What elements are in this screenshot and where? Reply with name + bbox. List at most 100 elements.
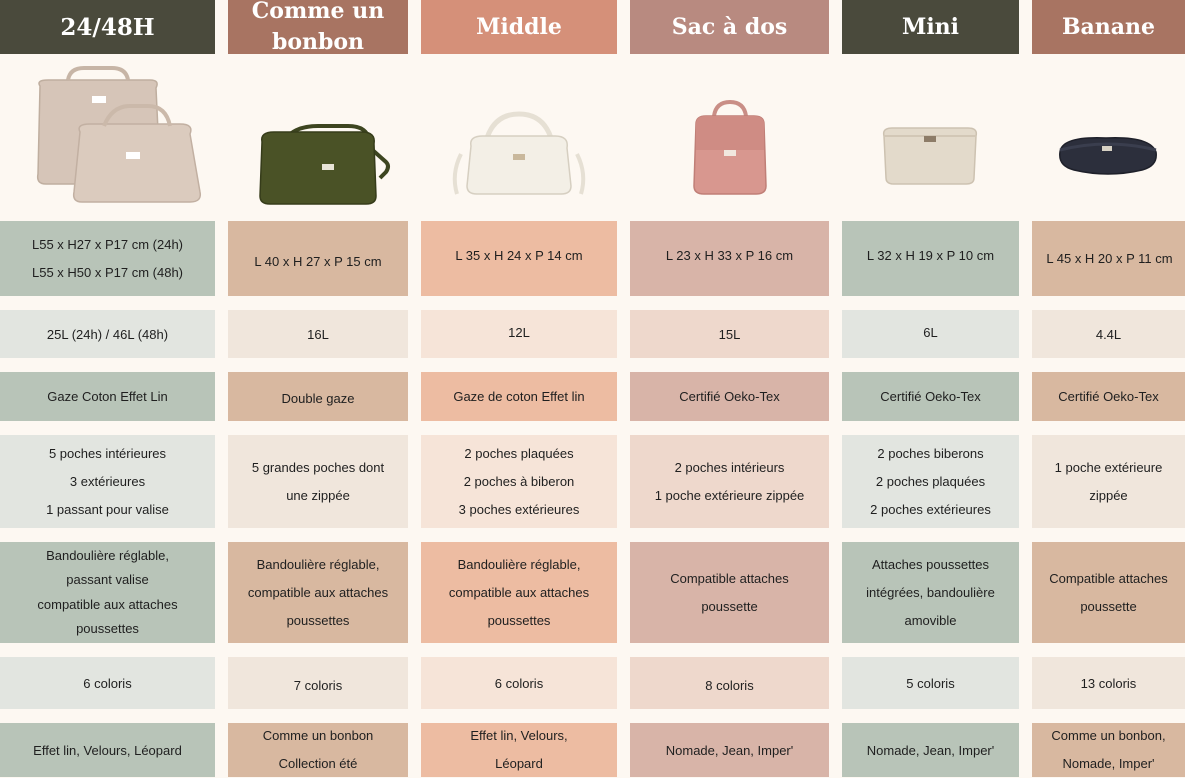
collections-line: Effet lin, Velours, bbox=[470, 728, 568, 743]
column-header-title: Banane bbox=[1061, 13, 1156, 40]
collections-line: Nomade, Jean, Imper' bbox=[866, 742, 995, 758]
colors-count-cell: 7 coloris bbox=[228, 657, 408, 709]
product-image bbox=[421, 54, 617, 221]
material-cell: Gaze Coton Effet Lin bbox=[0, 372, 215, 421]
dimensions-cell: L 32 x H 19 x P 10 cm bbox=[842, 221, 1019, 296]
collections-line: Nomade, Jean, Imper' bbox=[665, 742, 794, 758]
beige-mini-bag-icon bbox=[882, 127, 978, 185]
collections-line: Collection été bbox=[278, 756, 358, 771]
material-cell: Certifié Oeko-Tex bbox=[1032, 372, 1185, 421]
capacity-cell: 15L bbox=[630, 310, 829, 358]
material-value: Certifié Oeko-Tex bbox=[880, 389, 981, 404]
capacity-value: 25L (24h) / 46L (48h) bbox=[46, 326, 169, 342]
pockets-cell: 2 poches intérieurs 1 poche extérieure z… bbox=[630, 435, 829, 528]
dimensions-line: L 40 x H 27 x P 15 cm bbox=[254, 254, 382, 269]
capacity-value: 12L bbox=[508, 324, 530, 340]
features-line: poussette bbox=[701, 598, 758, 614]
features-line: poussettes bbox=[76, 621, 139, 636]
dimensions-line: L55 x H50 x P17 cm (48h) bbox=[31, 264, 184, 280]
product-image bbox=[630, 54, 829, 221]
pockets-line: 2 poches extérieures bbox=[870, 501, 991, 517]
features-cell: Attaches poussettes intégrées, bandouliè… bbox=[842, 542, 1019, 643]
pockets-line: 5 grandes poches dont bbox=[251, 459, 385, 475]
collections-line: Comme un bonbon bbox=[262, 728, 374, 743]
features-line: amovible bbox=[904, 612, 957, 628]
column-header-title: Sac à dos bbox=[671, 13, 788, 40]
capacity-cell: 16L bbox=[228, 310, 408, 358]
pockets-cell: 2 poches biberons 2 poches plaquées 2 po… bbox=[842, 435, 1019, 528]
features-line: compatible aux attaches bbox=[448, 584, 590, 600]
pockets-line: 2 poches plaquées bbox=[875, 473, 986, 489]
collections-line: Effet lin, Velours, Léopard bbox=[33, 742, 182, 758]
features-cell: Bandoulière réglable, compatible aux att… bbox=[228, 542, 408, 643]
capacity-cell: 6L bbox=[842, 310, 1019, 358]
material-cell: Certifié Oeko-Tex bbox=[842, 372, 1019, 421]
column-comme-un-bonbon: Comme un bonbon L 40 x H 27 x P 15 cm 16… bbox=[228, 0, 408, 777]
capacity-value: 16L bbox=[307, 326, 329, 342]
colors-count-value: 6 coloris bbox=[494, 675, 544, 691]
collections-line: Comme un bonbon, bbox=[1051, 728, 1166, 743]
dimensions-line: L 35 x H 24 x P 14 cm bbox=[455, 248, 583, 263]
features-line: Compatible attaches bbox=[670, 570, 789, 586]
collections-cell: Effet lin, Velours, Léopard bbox=[421, 723, 617, 777]
material-value: Gaze Coton Effet Lin bbox=[47, 389, 168, 404]
capacity-cell: 25L (24h) / 46L (48h) bbox=[0, 310, 215, 358]
pockets-line: 2 poches biberons bbox=[877, 445, 984, 461]
product-image bbox=[228, 54, 408, 221]
column-24-48h: 24/48H L55 x H27 x P17 cm (24h) L55 x H5… bbox=[0, 0, 215, 777]
material-cell: Double gaze bbox=[228, 372, 408, 421]
dimensions-line: L 32 x H 19 x P 10 cm bbox=[866, 248, 995, 263]
capacity-value: 6L bbox=[923, 324, 938, 340]
pockets-cell: 5 grandes poches dont une zippée bbox=[228, 435, 408, 528]
pink-backpack-icon bbox=[693, 99, 767, 195]
material-value: Certifié Oeko-Tex bbox=[679, 389, 780, 404]
colors-count-value: 5 coloris bbox=[906, 675, 955, 691]
capacity-value: 4.4L bbox=[1095, 326, 1122, 342]
features-line: Bandoulière réglable, bbox=[46, 547, 169, 563]
product-image bbox=[1032, 54, 1185, 221]
features-line: compatible aux attaches bbox=[247, 584, 389, 600]
column-banane: Banane L 45 x H 20 x P 11 cm 4.4L Certif… bbox=[1032, 0, 1185, 777]
column-header: 24/48H bbox=[0, 0, 215, 54]
capacity-value: 15L bbox=[718, 326, 741, 342]
features-cell: Compatible attaches poussette bbox=[630, 542, 829, 643]
colors-count-value: 13 coloris bbox=[1080, 675, 1137, 691]
column-header-title: Middle bbox=[476, 13, 562, 40]
column-mini: Mini L 32 x H 19 x P 10 cm 6L Certifié O… bbox=[842, 0, 1019, 777]
pockets-line: zippée bbox=[1089, 487, 1128, 503]
material-value: Certifié Oeko-Tex bbox=[1058, 389, 1159, 404]
dimensions-cell: L 40 x H 27 x P 15 cm bbox=[228, 221, 408, 296]
dimensions-line: L55 x H27 x P17 cm (24h) bbox=[31, 236, 184, 252]
product-image bbox=[842, 54, 1019, 221]
capacity-cell: 4.4L bbox=[1032, 310, 1185, 358]
pockets-line: 3 extérieures bbox=[69, 473, 146, 489]
colors-count-cell: 13 coloris bbox=[1032, 657, 1185, 709]
capacity-cell: 12L bbox=[421, 310, 617, 358]
olive-diaper-bag-icon bbox=[259, 124, 390, 205]
dimensions-line: L 23 x H 33 x P 16 cm bbox=[665, 248, 794, 263]
column-header-title: Mini bbox=[901, 13, 960, 40]
features-line: poussettes bbox=[487, 612, 551, 628]
colors-count-cell: 6 coloris bbox=[421, 657, 617, 709]
features-line: poussette bbox=[1080, 598, 1137, 614]
collections-line: Nomade, Imper' bbox=[1062, 756, 1155, 771]
colors-count-cell: 5 coloris bbox=[842, 657, 1019, 709]
column-header: Sac à dos bbox=[630, 0, 829, 54]
collections-cell: Comme un bonbon, Nomade, Imper' bbox=[1032, 723, 1185, 777]
collections-line: Léopard bbox=[495, 756, 543, 771]
features-line: compatible aux attaches bbox=[37, 596, 178, 612]
pockets-line: 3 poches extérieures bbox=[458, 501, 580, 517]
pockets-cell: 2 poches plaquées 2 poches à biberon 3 p… bbox=[421, 435, 617, 528]
dimensions-cell: L 23 x H 33 x P 16 cm bbox=[630, 221, 829, 296]
column-header-title: 24/48H bbox=[60, 13, 155, 41]
column-sac-a-dos: Sac à dos L 23 x H 33 x P 16 cm 15L Cert… bbox=[630, 0, 829, 777]
pockets-line: 1 poche extérieure zippée bbox=[654, 487, 805, 503]
colors-count-cell: 8 coloris bbox=[630, 657, 829, 709]
column-header: Comme un bonbon bbox=[228, 0, 408, 55]
features-line: poussettes bbox=[286, 612, 350, 628]
pockets-line: 2 poches plaquées bbox=[464, 445, 574, 461]
pockets-line: 1 passant pour valise bbox=[46, 501, 169, 517]
collections-cell: Nomade, Jean, Imper' bbox=[842, 723, 1019, 777]
column-header: Middle bbox=[421, 0, 617, 54]
features-line: intégrées, bandoulière bbox=[866, 584, 995, 600]
